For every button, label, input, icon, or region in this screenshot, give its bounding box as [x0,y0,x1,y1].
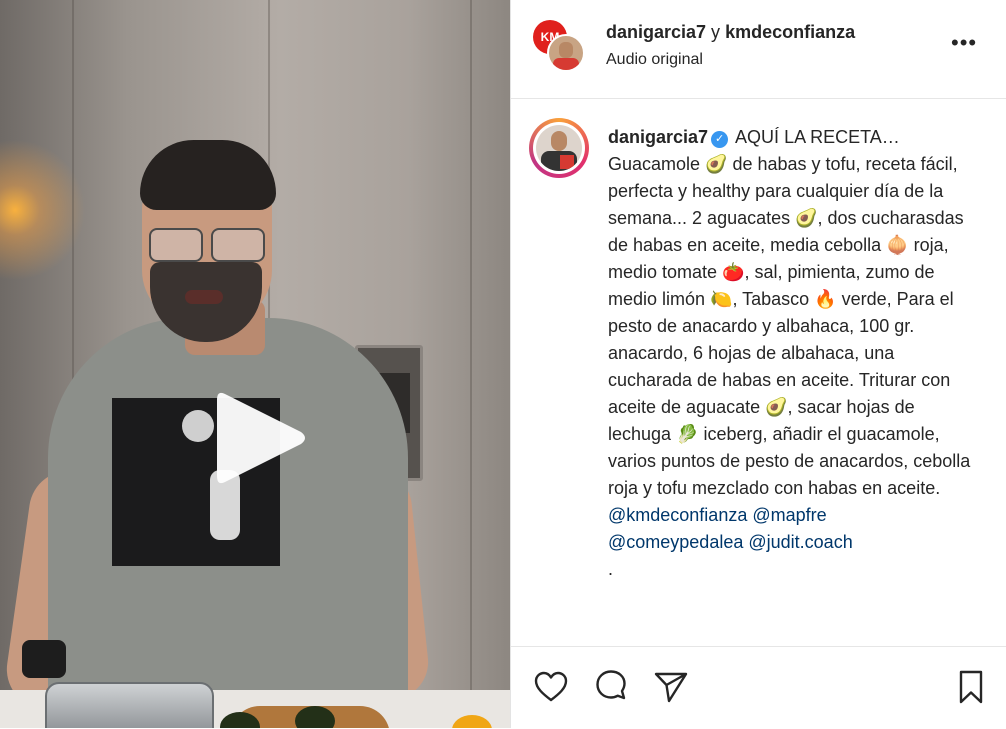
avatar[interactable] [529,118,589,178]
post-caption: danigarcia7 ✓ AQUÍ LA RECETA… Guacamole 🥑… [608,124,978,583]
more-options-icon[interactable]: ••• [951,30,977,56]
video-player[interactable] [0,0,510,728]
post-authors: danigarcia7 y kmdeconfianza [606,22,855,43]
author-link[interactable]: danigarcia7 [606,22,706,42]
author-link[interactable]: kmdeconfianza [725,22,855,42]
wrist-watch [22,640,66,678]
caption-username[interactable]: danigarcia7 [608,127,708,147]
post-header: KM danigarcia7 y kmdeconfianza Audio ori… [511,0,1006,99]
heart-icon[interactable] [533,669,569,705]
comment-icon[interactable] [593,669,629,705]
caption-trailing: . [608,559,614,579]
person-mouth [185,290,223,304]
avocado [295,706,335,728]
avatar[interactable] [547,34,585,72]
cabinet-seam [470,0,472,728]
audio-label[interactable]: Audio original [606,51,703,69]
post-side-panel: KM danigarcia7 y kmdeconfianza Audio ori… [510,0,1006,728]
person-glasses [147,228,265,262]
shirt-moon [182,410,214,442]
person-hair [140,140,276,210]
cooking-pot [45,682,214,728]
mention-link[interactable]: @mapfre [752,505,826,525]
collab-avatars[interactable]: KM [533,20,585,72]
post-actions-bar [511,646,1006,729]
mention-link[interactable]: @judit.coach [748,532,852,552]
verified-badge-icon: ✓ [711,131,729,148]
bookmark-icon[interactable] [953,669,989,705]
mention-link[interactable]: @kmdeconfianza [608,505,747,525]
mention-link[interactable]: @comeypedalea [608,532,743,552]
caption-text: AQUÍ LA RECETA… Guacamole 🥑 de habas y t… [608,127,971,498]
share-icon[interactable] [653,669,689,705]
play-icon[interactable] [213,388,309,488]
authors-connector: y [706,22,726,42]
